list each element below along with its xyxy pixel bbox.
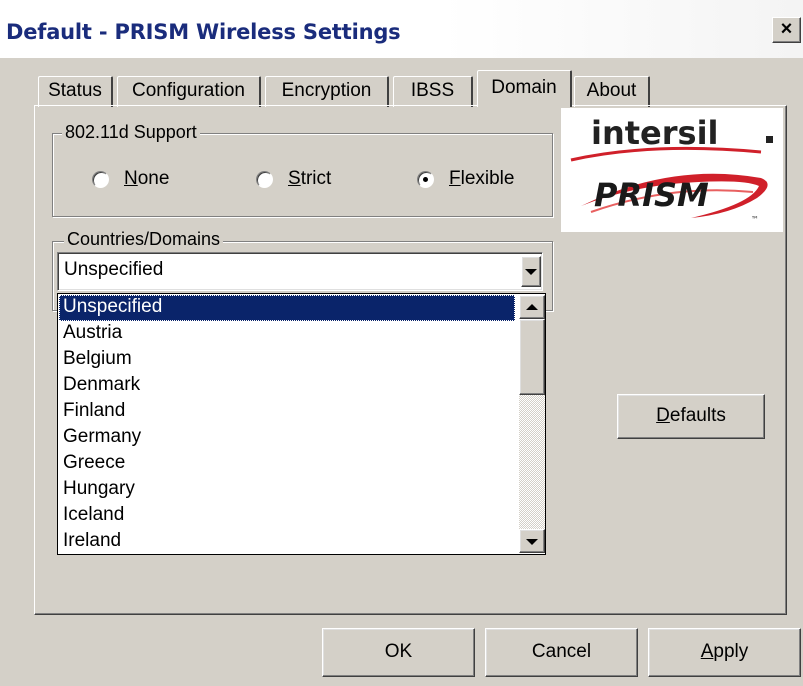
scroll-thumb[interactable] (519, 319, 545, 395)
list-item[interactable]: Greece (59, 451, 515, 477)
list-item[interactable]: Finland (59, 399, 515, 425)
list-item[interactable]: Ireland (59, 529, 515, 555)
scroll-up-button[interactable] (519, 295, 545, 319)
radio-strict[interactable] (256, 171, 273, 188)
prism-wordmark: PRISM (594, 176, 709, 214)
scroll-down-button[interactable] (519, 529, 545, 553)
country-combobox[interactable]: Unspecified (57, 252, 543, 291)
list-item[interactable]: Germany (59, 425, 515, 451)
radio-none-label[interactable]: None (124, 168, 169, 190)
list-item[interactable]: Iceland (59, 503, 515, 529)
tab-encryption[interactable]: Encryption (265, 76, 389, 107)
chevron-down-icon (525, 269, 537, 275)
apply-button[interactable]: Apply (648, 628, 801, 677)
radio-flexible[interactable] (417, 171, 434, 188)
tab-about[interactable]: About (574, 76, 650, 107)
list-item[interactable]: Unspecified (59, 295, 515, 321)
defaults-label: efaults (669, 405, 726, 426)
combobox-value: Unspecified (64, 259, 164, 280)
tab-domain[interactable]: Domain (477, 70, 572, 107)
intersil-prism-logo: intersil PRISM ™ (561, 108, 783, 232)
list-item[interactable]: Denmark (59, 373, 515, 399)
title-bar[interactable]: Default - PRISM Wireless Settings × (0, 0, 803, 58)
close-button[interactable]: × (772, 17, 801, 43)
tab-configuration[interactable]: Configuration (117, 76, 261, 107)
combobox-dropdown-button[interactable] (521, 256, 541, 287)
ok-button[interactable]: OK (322, 628, 475, 677)
tab-label: Status (48, 80, 102, 101)
defaults-mnemonic: D (656, 405, 670, 426)
radio-flexible-label[interactable]: Flexible (449, 168, 514, 190)
intersil-wordmark: intersil (591, 114, 719, 152)
ok-label: OK (384, 641, 413, 662)
tab-label: Domain (491, 77, 557, 98)
list-item[interactable]: Hungary (59, 477, 515, 503)
close-icon: × (780, 18, 793, 40)
countries-group-legend: Countries/Domains (64, 229, 224, 250)
list-item[interactable]: Belgium (59, 347, 515, 373)
support-group-legend: 802.11d Support (62, 122, 200, 143)
cancel-button[interactable]: Cancel (485, 628, 638, 677)
tab-status[interactable]: Status (38, 76, 113, 107)
tab-label: Encryption (281, 80, 372, 101)
radio-checked-dot (423, 177, 428, 182)
radio-none[interactable] (92, 171, 109, 188)
chevron-up-icon (526, 304, 538, 310)
country-dropdown-list[interactable]: Unspecified Austria Belgium Denmark Finl… (57, 293, 546, 555)
tab-label: IBSS (410, 80, 455, 101)
defaults-button[interactable]: Defaults (617, 394, 765, 439)
cancel-label: Cancel (531, 641, 592, 662)
logo-graphic: intersil PRISM ™ (570, 114, 773, 224)
tab-ibss[interactable]: IBSS (393, 76, 473, 107)
apply-mnemonic: A (700, 641, 714, 662)
list-scrollbar[interactable] (519, 295, 545, 553)
radio-strict-label[interactable]: Strict (288, 168, 331, 190)
apply-label: pply (713, 641, 749, 662)
tab-label: Configuration (131, 80, 246, 101)
chevron-down-icon (526, 539, 538, 545)
trademark-symbol: ™ (751, 215, 759, 224)
list-item[interactable]: Austria (59, 321, 515, 347)
tab-label: About (586, 80, 637, 101)
window-title: Default - PRISM Wireless Settings (6, 20, 401, 44)
